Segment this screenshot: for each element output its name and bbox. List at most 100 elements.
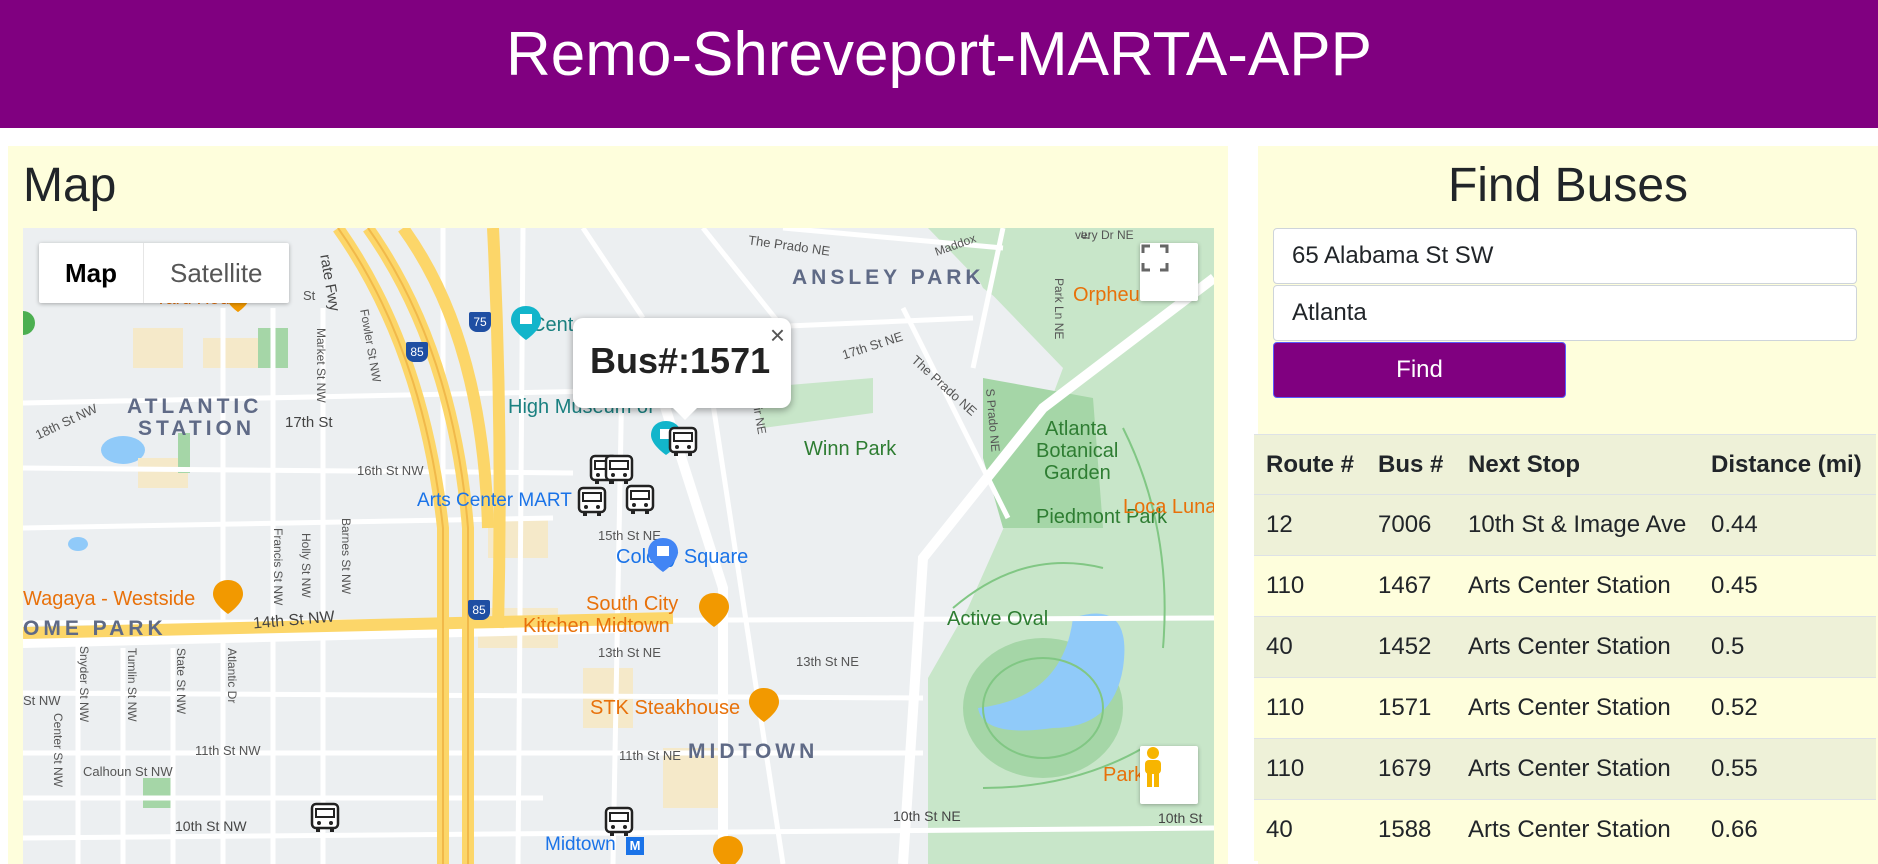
map-type-control: Map Satellite [39,243,289,303]
table-header-row: Route # Bus # Next Stop Distance (mi) [1254,434,1876,495]
street-13th: 13th St NE [598,645,661,660]
map-label-botanical-3: Garden [1044,462,1111,484]
cell-route: 40 [1254,616,1366,678]
street-st-nw: St NW [23,693,61,708]
map-label-botanical: Atlanta [1045,418,1108,440]
cell-next-stop: Arts Center Station [1456,677,1699,739]
map-label-orpheus: Orpheu [1073,284,1140,306]
cell-next-stop: Arts Center Station [1456,616,1699,678]
bus-marker-icon[interactable] [667,426,699,458]
street-center: Center St NW [51,713,65,788]
street-market: Market St NW [314,328,328,403]
shopping-pin-icon[interactable] [648,538,678,572]
cell-next-stop: Arts Center Station [1456,738,1699,800]
street-13th-b: 13th St NE [796,654,859,669]
street-calhoun: Calhoun St NW [83,764,173,779]
street-tumlin: Tumlin St NW [125,648,139,722]
street-11th: 11th St NW [195,743,261,758]
street-view-button[interactable] [1140,746,1198,804]
interstate-85-shield-2: 85 [468,600,490,620]
table-row: 12 7006 10th St & Image Ave 0.44 [1254,494,1876,556]
map-view[interactable]: ANSLEY PARK ATLANTIC STATION MIDTOWN OME… [23,228,1214,864]
app-title: Remo-Shreveport-MARTA-APP [506,20,1372,89]
restaurant-pin-icon-5[interactable] [713,836,743,864]
info-window-tail [671,406,699,420]
column-next-stop: Next Stop [1456,434,1699,495]
cell-distance: 0.45 [1699,555,1876,617]
bus-marker-icon-7[interactable] [603,806,635,838]
map-type-map-button[interactable]: Map [39,243,143,303]
map-label-winn-park: Winn Park [804,438,897,460]
map-label-wagaya: Wagaya - Westside [23,588,196,610]
table-row: 110 1571 Arts Center Station 0.52 [1254,677,1876,739]
map-label-active-oval: Active Oval [947,608,1049,630]
street-avery: very Dr NE [1075,228,1134,242]
column-route: Route # [1254,434,1366,495]
table-row: 40 1588 Arts Center Station 0.66 [1254,799,1876,861]
interstate-85-shield: 85 [406,342,428,362]
cell-next-stop: Arts Center Station [1456,555,1699,617]
cell-distance: 0.52 [1699,677,1876,739]
cell-bus: 1571 [1366,677,1456,739]
table-row: 40 1452 Arts Center Station 0.5 [1254,616,1876,678]
bus-marker-icon-3[interactable] [603,454,635,486]
street-address-input[interactable]: 65 Alabama St SW [1273,228,1857,284]
museum-pin-icon[interactable] [511,306,541,340]
street-17th: 17th St [285,414,333,431]
map-label-stk: STK Steakhouse [590,697,741,719]
map-label-colony-square: Colony Square [616,546,749,568]
map-panel-title: Map [23,159,117,212]
street-park-ln: Park Ln NE [1052,278,1066,340]
street-state: State St NW [174,648,188,715]
cell-next-stop: Arts Center Station [1456,799,1699,861]
bus-info-text: Bus#:1571 [590,340,771,381]
find-button[interactable]: Find [1273,342,1566,398]
street-holly: Holly St NW [299,533,313,598]
bus-marker-icon-6[interactable] [309,802,341,834]
street-10th-ne: 10th St NE [893,808,961,824]
cell-distance: 0.66 [1699,799,1876,861]
map-label-atlantic-station: ATLANTIC [127,395,263,418]
map-label-atlantic-station-2: STATION [138,417,256,440]
app-header: Remo-Shreveport-MARTA-APP [0,0,1878,128]
bus-results-table: Route # Bus # Next Stop Distance (mi) 12… [1254,434,1876,861]
table-row: 110 1467 Arts Center Station 0.45 [1254,555,1876,617]
city-input[interactable]: Atlanta [1273,285,1857,341]
street-snyder: Snyder St NW [77,646,91,723]
map-label-midtown: MIDTOWN [688,740,819,763]
cell-distance: 0.44 [1699,494,1876,556]
map-label-ansley-park: ANSLEY PARK [792,266,985,289]
cell-bus: 1467 [1366,555,1456,617]
cell-next-stop: 10th St & Image Ave [1456,494,1699,556]
cell-route: 110 [1254,555,1366,617]
street-10th: 10th St NW [175,818,247,834]
find-panel-title: Find Buses [1447,159,1689,212]
cell-route: 110 [1254,738,1366,800]
column-bus: Bus # [1366,434,1456,495]
pegman-icon [1145,747,1161,787]
restaurant-pin-icon-3[interactable] [699,593,729,627]
cell-route: 40 [1254,799,1366,861]
map-label-botanical-2: Botanical [1036,440,1119,462]
marta-station-icon: M [626,837,644,855]
cell-route: 12 [1254,494,1366,556]
bus-marker-icon-5[interactable] [624,484,656,516]
map-label-south-city: South City [586,593,679,615]
restaurant-pin-icon-4[interactable] [749,688,779,722]
cell-bus: 1588 [1366,799,1456,861]
bus-marker-icon-4[interactable] [576,486,608,518]
cell-route: 110 [1254,677,1366,739]
street-atlantic-dr: Atlantic Dr [225,648,239,704]
close-icon[interactable]: × [770,320,785,351]
street-barnes: Barnes St NW [339,518,353,595]
map-type-satellite-button[interactable]: Satellite [143,243,289,303]
restaurant-pin-icon-2[interactable] [213,580,243,614]
map-label-park-tavern: Park [1103,764,1145,786]
map-label-south-city-2: Kitchen Midtown [523,615,670,637]
street-francis: Francis St NW [271,528,285,606]
cell-distance: 0.5 [1699,616,1876,678]
street-16th: 16th St NW [357,463,424,478]
fullscreen-button[interactable] [1140,243,1198,301]
street-10th-b: 10th St [1158,810,1203,826]
cell-bus: 7006 [1366,494,1456,556]
